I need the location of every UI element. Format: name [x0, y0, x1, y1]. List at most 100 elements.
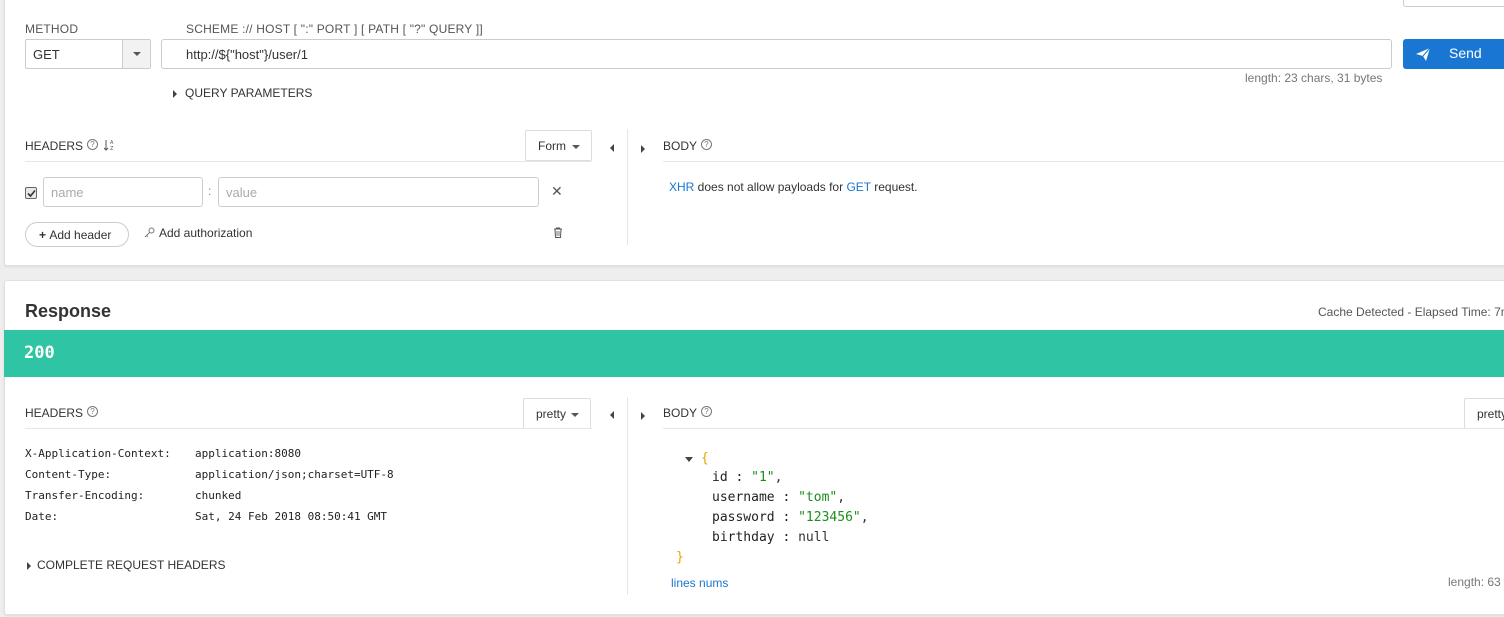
header-value-placeholder: value — [226, 185, 258, 200]
json-entry: username : "tom", — [712, 490, 846, 505]
json-comma: , — [860, 510, 869, 525]
collapse-left-icon[interactable] — [610, 408, 614, 422]
url-value: http://${"host"}/user/1 — [186, 47, 308, 62]
json-entry: password : "123456", — [712, 510, 869, 525]
request-body-heading: BODY? — [663, 139, 713, 153]
header-value-input[interactable]: value — [218, 177, 539, 207]
method-value: GET — [33, 47, 60, 62]
body-disabled-message: XHR does not allow payloads for GET requ… — [669, 180, 918, 194]
chevron-down-icon — [571, 413, 579, 417]
json-value: "tom" — [798, 490, 838, 505]
send-button[interactable]: Send — [1403, 39, 1504, 69]
xhr-link[interactable]: XHR — [669, 180, 694, 194]
header-value: application:8080 — [195, 447, 301, 460]
url-length-info: length: 23 chars, 31 bytes — [1245, 71, 1383, 85]
headers-label: HEADERS — [25, 406, 84, 420]
json-key: id — [712, 470, 728, 485]
help-icon[interactable]: ? — [701, 139, 713, 150]
status-code: 200 — [24, 343, 55, 363]
json-key: username — [712, 490, 775, 505]
response-panel: Response Cache Detected - Elapsed Time: … — [4, 280, 1504, 615]
svg-text:Z: Z — [110, 146, 114, 151]
url-input[interactable]: http://${"host"}/user/1 — [161, 39, 1392, 69]
body-label: BODY — [663, 139, 698, 153]
header-value: Sat, 24 Feb 2018 08:50:41 GMT — [195, 510, 388, 523]
remove-header-icon[interactable]: ✕ — [551, 183, 563, 200]
divider — [663, 428, 1504, 429]
lines-nums-link[interactable]: lines nums — [671, 576, 728, 590]
pretty-label: pretty — [536, 407, 567, 421]
collapse-left-icon[interactable] — [610, 141, 614, 155]
query-parameters-toggle[interactable]: QUERY PARAMETERS — [173, 86, 312, 100]
url-format-label: SCHEME :// HOST [ ":" PORT ] [ PATH [ "?… — [186, 22, 483, 36]
request-headers-heading: HEADERS? A Z — [25, 139, 116, 153]
json-entry: birthday : null — [712, 530, 830, 545]
trash-icon[interactable] — [553, 227, 563, 241]
response-title: Response — [25, 301, 112, 321]
elapsed-time-info: Cache Detected - Elapsed Time: 7ms — [1318, 305, 1504, 319]
header-name-placeholder: name — [51, 185, 84, 200]
header-enabled-checkbox[interactable] — [25, 187, 37, 199]
json-open-brace: { — [701, 451, 709, 466]
help-icon[interactable]: ? — [87, 406, 99, 417]
method-label: METHOD — [25, 22, 79, 36]
send-label: Send — [1449, 45, 1482, 61]
collapse-json-icon[interactable] — [685, 457, 693, 462]
complete-request-headers-label: COMPLETE REQUEST HEADERS — [37, 558, 226, 572]
form-label: Form — [538, 139, 566, 153]
expand-right-icon[interactable] — [641, 141, 653, 155]
key-icon — [144, 227, 155, 238]
request-panel: METHOD SCHEME :// HOST [ ":" PORT ] [ PA… — [4, 0, 1504, 266]
header-value: application/json;charset=UTF-8 — [195, 468, 394, 481]
method-dropdown-toggle[interactable] — [122, 40, 150, 68]
headers-label: HEADERS — [25, 139, 84, 153]
add-authorization-label: Add authorization — [159, 226, 253, 240]
json-comma: , — [774, 470, 783, 485]
vertical-divider — [627, 397, 628, 595]
json-key: password — [712, 510, 775, 525]
body-message-end: request. — [870, 180, 918, 194]
expand-right-icon[interactable] — [641, 408, 653, 422]
headers-pretty-button[interactable]: pretty — [523, 398, 591, 429]
body-pretty-button[interactable]: pretty — [1464, 398, 1504, 429]
colon-separator: : — [208, 184, 212, 198]
response-body-heading: BODY? — [663, 406, 713, 420]
paper-plane-icon — [1416, 48, 1430, 61]
caret-right-icon — [27, 561, 31, 570]
body-pretty-label: pretty — [1477, 407, 1504, 421]
header-key: Transfer-Encoding: — [25, 489, 145, 502]
header-key: Date: — [25, 510, 59, 523]
json-comma: , — [837, 490, 846, 505]
header-key: Content-Type: — [25, 468, 112, 481]
divider — [25, 161, 592, 162]
complete-request-headers-toggle[interactable]: COMPLETE REQUEST HEADERS — [27, 558, 225, 572]
vertical-divider — [627, 129, 628, 245]
method-select[interactable]: GET — [25, 39, 151, 69]
add-header-label: Add header — [49, 228, 112, 242]
json-value: "1" — [751, 470, 775, 485]
query-parameters-label: QUERY PARAMETERS — [185, 86, 313, 100]
json-close-brace: } — [676, 550, 684, 565]
get-link[interactable]: GET — [846, 180, 870, 194]
sort-icon[interactable]: A Z — [104, 139, 116, 152]
headers-form-mode-button[interactable]: Form — [525, 130, 592, 161]
divider — [663, 161, 1504, 162]
chevron-down-icon — [133, 52, 141, 56]
json-key: birthday — [712, 530, 775, 545]
header-name-input[interactable]: name — [43, 177, 203, 207]
body-message-text: does not allow payloads for — [694, 180, 847, 194]
help-icon[interactable]: ? — [701, 406, 713, 417]
json-value: "123456" — [798, 510, 861, 525]
header-key: X-Application-Context: — [25, 447, 171, 460]
json-entry: id : "1", — [712, 470, 783, 485]
add-header-button[interactable]: + Add header — [25, 222, 129, 247]
header-value: chunked — [195, 489, 242, 502]
help-icon[interactable]: ? — [87, 139, 99, 150]
caret-right-icon — [173, 89, 177, 98]
check-icon — [27, 189, 36, 198]
status-bar: 200 — [4, 330, 1504, 377]
plus-icon: + — [39, 228, 50, 242]
top-right-control-edge[interactable] — [1403, 0, 1504, 7]
add-authorization-link[interactable]: Add authorization — [144, 226, 252, 240]
body-label: BODY — [663, 406, 698, 420]
